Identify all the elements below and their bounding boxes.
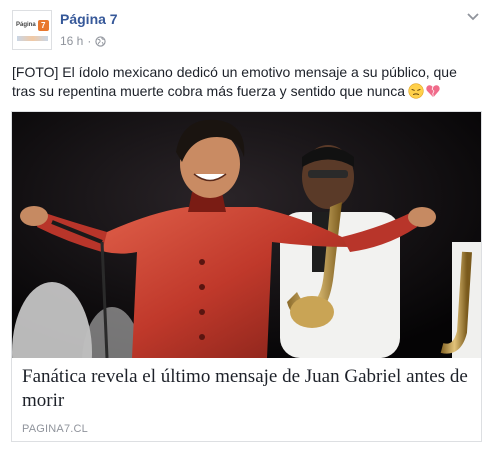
logo-text: Página — [16, 22, 36, 28]
meta-separator: · — [87, 34, 92, 48]
logo-strip — [17, 36, 48, 41]
link-preview-image[interactable] — [12, 112, 481, 358]
post-timestamp[interactable]: 16 h — [60, 34, 83, 48]
post-message: [FOTO] El ídolo mexicano dedicó un emoti… — [12, 63, 480, 101]
pensive-face-icon — [408, 83, 424, 99]
link-domain: PAGINA7.CL — [22, 423, 88, 435]
link-preview-card[interactable]: Fanática revela el último mensaje de Jua… — [11, 111, 482, 442]
broken-heart-icon — [426, 85, 440, 97]
globe-icon[interactable] — [95, 35, 106, 47]
post-message-text: [FOTO] El ídolo mexicano dedicó un emoti… — [12, 64, 457, 99]
page-avatar[interactable]: Página 7 — [12, 10, 52, 50]
concert-photo — [12, 112, 481, 358]
facebook-post: Página 7 Página 7 16 h · [FOTO] El ídolo… — [0, 0, 492, 457]
post-meta: 16 h · — [60, 33, 106, 49]
page-name-link[interactable]: Página 7 — [60, 10, 118, 28]
pagina7-logo: Página 7 — [16, 19, 49, 31]
logo-number: 7 — [37, 19, 49, 31]
chevron-down-icon[interactable] — [466, 12, 480, 22]
link-title[interactable]: Fanática revela el último mensaje de Jua… — [22, 365, 472, 413]
